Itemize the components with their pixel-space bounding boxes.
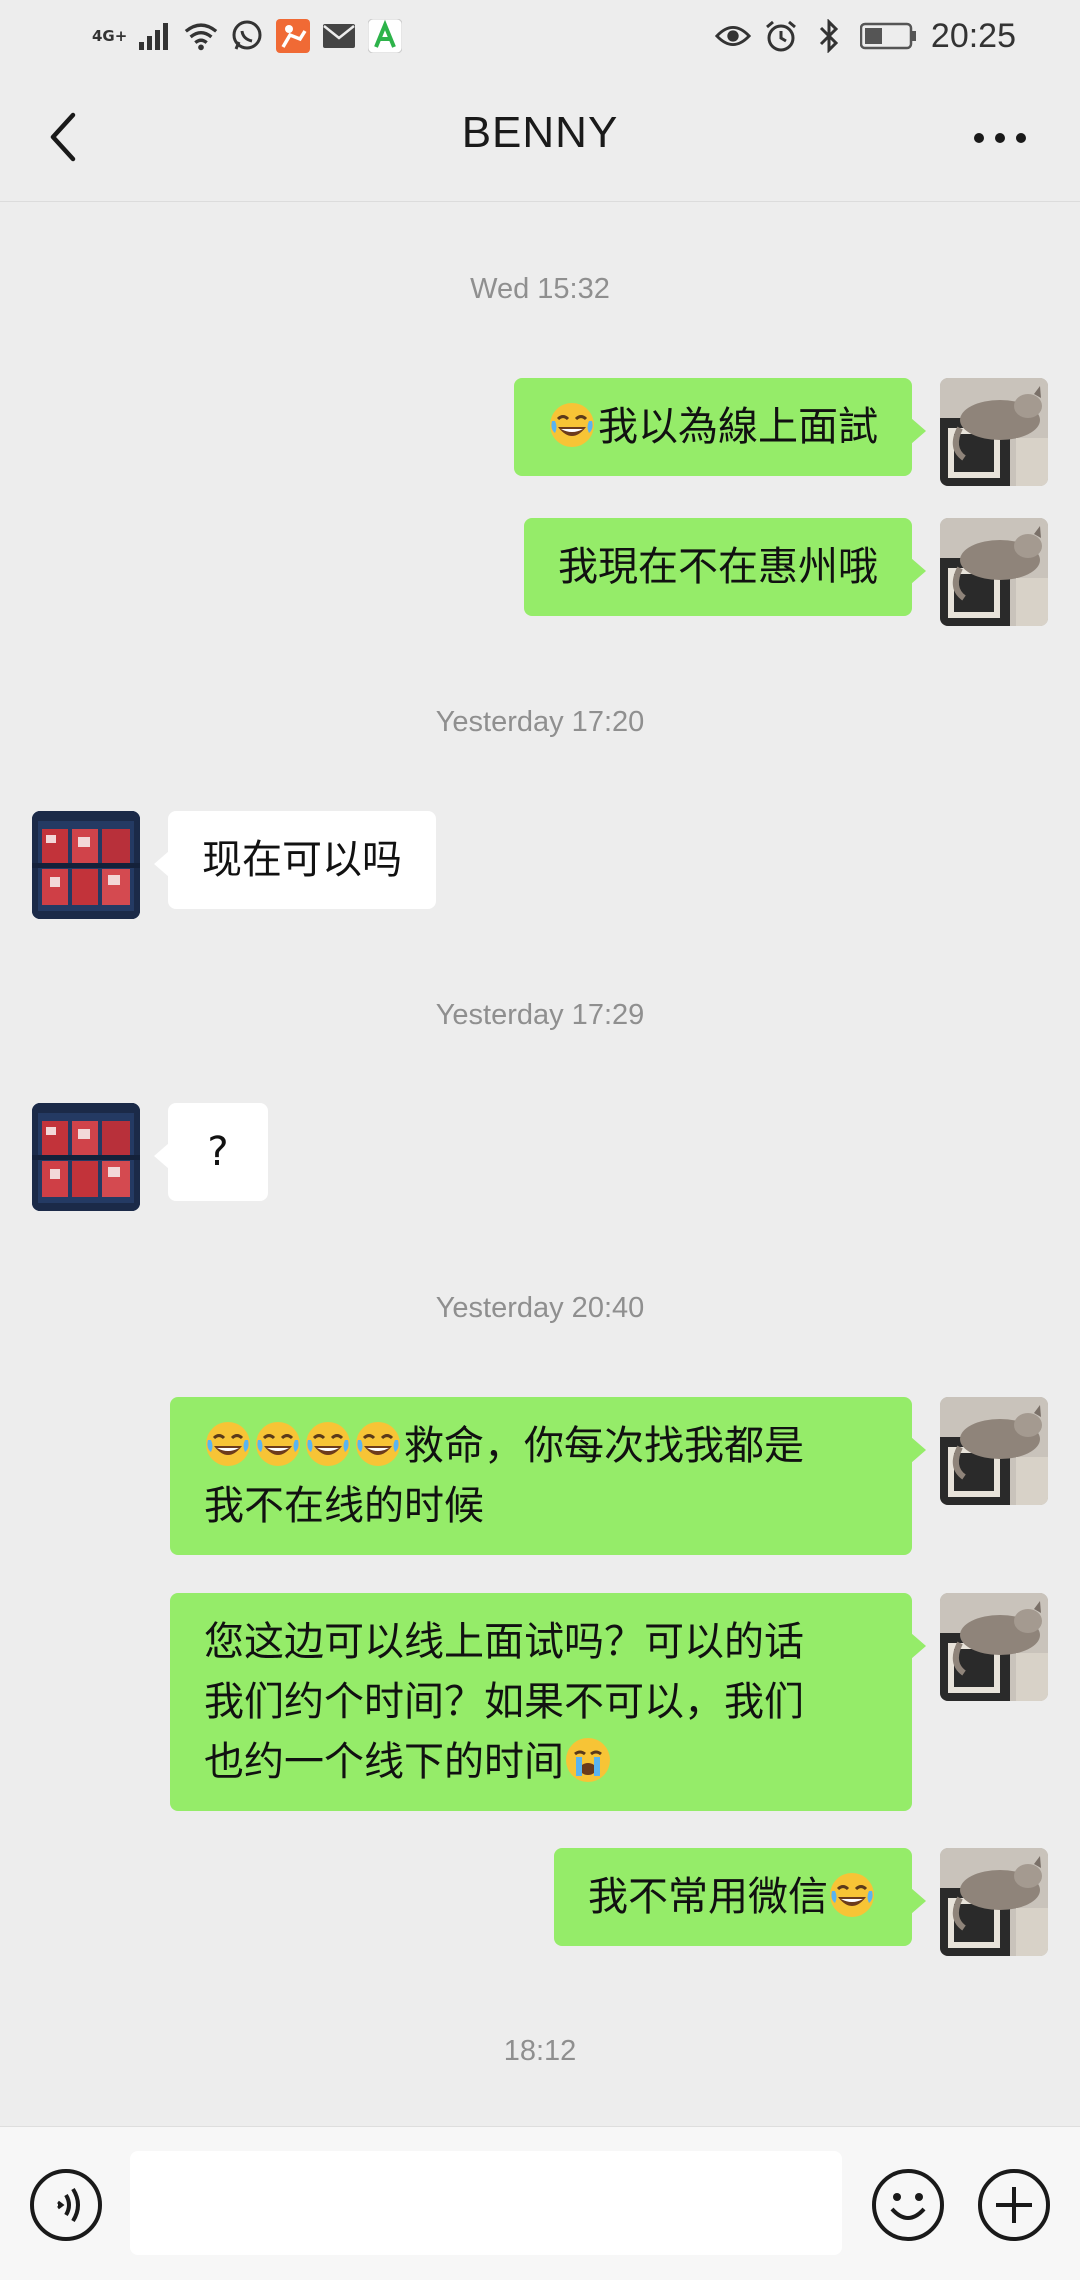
network-type: 4G+ xyxy=(92,26,128,45)
laughing-emoji-icon xyxy=(304,1420,352,1468)
emoji-icon xyxy=(872,2169,944,2241)
timestamp: Yesterday 17:20 xyxy=(435,706,645,738)
timestamp: Wed 15:32 xyxy=(470,273,610,305)
battery-icon xyxy=(859,18,919,54)
message-line: 我们约个时间？如果不可以，我们 xyxy=(204,1679,804,1725)
mail-icon xyxy=(321,18,357,54)
my-avatar[interactable] xyxy=(940,518,1048,626)
status-right-icons: 20:25 xyxy=(714,14,1016,58)
laughing-emoji-icon xyxy=(548,401,596,449)
my-avatar[interactable] xyxy=(940,1848,1048,1956)
contact-avatar[interactable] xyxy=(32,811,140,919)
sent-message-bubble[interactable]: 我現在不在惠州哦 xyxy=(524,518,926,616)
bluetooth-icon xyxy=(811,18,847,54)
timestamp: 18:12 xyxy=(503,2035,577,2067)
message-line: 救命，你每次找我都是 xyxy=(204,1416,878,1476)
chat-title: BENNY xyxy=(461,108,619,157)
timestamp: Yesterday 20:40 xyxy=(435,1292,645,1324)
input-bar xyxy=(0,2126,1080,2280)
message-text: ? xyxy=(207,1129,229,1175)
message-input[interactable] xyxy=(130,2151,842,2255)
my-avatar[interactable] xyxy=(940,1593,1048,1701)
message-line: 您这边可以线上面试吗？可以的话 xyxy=(204,1619,804,1665)
message-text: 现在可以吗 xyxy=(202,837,402,883)
alarm-icon xyxy=(763,18,799,54)
more-button[interactable] xyxy=(960,108,1040,168)
status-time: 20:25 xyxy=(930,16,1016,55)
app-notification-icon xyxy=(275,18,311,54)
chat-header: BENNY xyxy=(0,72,1080,202)
sent-message-bubble[interactable]: 我以為線上面試 xyxy=(514,378,926,476)
status-bar: 4G+ 20:25 xyxy=(0,0,1080,72)
received-message-bubble[interactable]: 现在可以吗 xyxy=(154,811,436,909)
emoji-button[interactable] xyxy=(870,2167,946,2243)
more-actions-button[interactable] xyxy=(976,2167,1052,2243)
plus-icon xyxy=(978,2169,1050,2241)
message-list[interactable]: Wed 15:32 我以為線上面試 我現在不在惠州哦 Yesterday 17:… xyxy=(0,203,1080,2125)
my-avatar[interactable] xyxy=(940,1397,1048,1505)
app-a-icon xyxy=(367,18,403,54)
laughing-emoji-icon xyxy=(254,1420,302,1468)
contact-avatar[interactable] xyxy=(32,1103,140,1211)
whatsapp-icon xyxy=(229,18,265,54)
received-message-bubble[interactable]: ? xyxy=(154,1103,268,1201)
message-text: 我現在不在惠州哦 xyxy=(558,544,878,590)
message-text: 救命，你每次找我都是 xyxy=(404,1423,804,1469)
message-text: 我以為線上面試 xyxy=(598,404,878,450)
sent-message-bubble[interactable]: 救命，你每次找我都是 我不在线的时候 xyxy=(170,1397,926,1555)
crying-emoji-icon xyxy=(564,1736,612,1784)
laughing-emoji-icon xyxy=(204,1420,252,1468)
sent-message-bubble[interactable]: 我不常用微信 xyxy=(554,1848,926,1946)
status-left-icons: 4G+ xyxy=(92,14,403,58)
eye-icon xyxy=(714,18,751,54)
voice-button[interactable] xyxy=(28,2167,104,2243)
message-line: 我不在线的时候 xyxy=(204,1483,484,1529)
more-icon xyxy=(974,133,1026,143)
message-text: 也约一个线下的时间 xyxy=(204,1739,564,1785)
laughing-emoji-icon xyxy=(354,1420,402,1468)
laughing-emoji-icon xyxy=(828,1871,876,1919)
timestamp: Yesterday 17:29 xyxy=(435,999,645,1031)
my-avatar[interactable] xyxy=(940,378,1048,486)
sent-message-bubble[interactable]: 您这边可以线上面试吗？可以的话 我们约个时间？如果不可以，我们 也约一个线下的时… xyxy=(170,1593,926,1811)
voice-icon xyxy=(30,2169,102,2241)
message-text: 我不常用微信 xyxy=(588,1874,828,1920)
message-line: 也约一个线下的时间 xyxy=(204,1732,878,1792)
wifi-icon xyxy=(183,18,219,54)
signal-icon xyxy=(137,18,173,54)
